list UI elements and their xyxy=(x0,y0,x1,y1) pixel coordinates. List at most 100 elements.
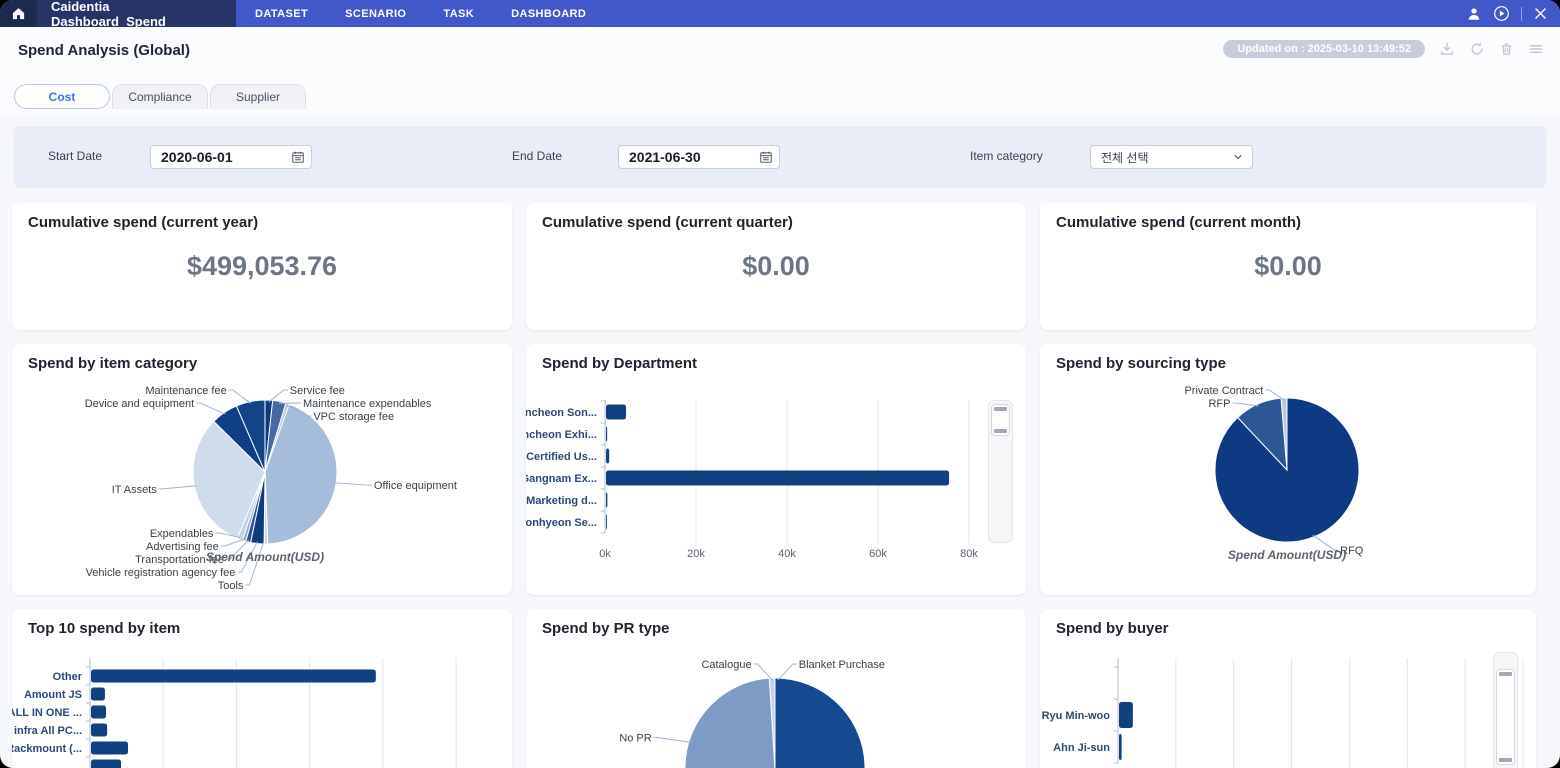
svg-text:40k: 40k xyxy=(778,548,796,560)
calendar-icon[interactable] xyxy=(291,150,305,169)
menu-item-dashboard[interactable]: DASHBOARD xyxy=(511,8,586,20)
tab-compliance[interactable]: Compliance xyxy=(112,84,208,109)
svg-text:Other: Other xyxy=(53,671,83,683)
end-date-input[interactable] xyxy=(619,146,759,168)
menu-item-dataset[interactable]: DATASET xyxy=(255,8,308,20)
download-icon xyxy=(1441,42,1453,55)
svg-text:Maintenance expendables: Maintenance expendables xyxy=(303,398,432,410)
svg-text:Catalogue: Catalogue xyxy=(701,659,751,671)
svg-text:Gangnam Ex...: Gangnam Ex... xyxy=(526,473,597,485)
kpi-card-current-year: Cumulative spend (current year) $499,053… xyxy=(12,203,512,330)
svg-text:Office equipment: Office equipment xyxy=(374,480,457,492)
updated-badge: Updated on : 2025-03-10 13:49:52 xyxy=(1223,40,1425,58)
svg-text:ALL IN ONE ...: ALL IN ONE ... xyxy=(12,707,82,719)
start-date-label: Start Date xyxy=(48,149,103,163)
top10-items-bar-chart: Other Amount JS ALL IN ONE ... infra All PC… xyxy=(12,658,457,768)
navbar-divider xyxy=(1521,6,1522,21)
sourcing-type-pie-chart: RFQRFPPrivate ContractSpend Amount(USD) xyxy=(1184,385,1363,562)
svg-text:Private Contract: Private Contract xyxy=(1184,385,1263,397)
item-category-value: 전체 선택 xyxy=(1101,150,1149,165)
end-date-label: End Date xyxy=(512,149,563,163)
svg-text:Marketing d...: Marketing d... xyxy=(526,495,597,507)
chart-card-buyer: Spend by buyer Ryu Min-woo Ahn Ji-sun xyxy=(1040,609,1536,768)
calendar-icon[interactable] xyxy=(759,150,773,169)
tab-cost[interactable]: Cost xyxy=(14,84,110,109)
download-button[interactable] xyxy=(1439,41,1455,57)
item-category-pie-chart: Service feeMaintenance expendablesVPC st… xyxy=(85,385,457,592)
refresh-icon xyxy=(1471,42,1483,55)
chart-scrollbar[interactable] xyxy=(988,400,1013,543)
tab-bar: Cost Compliance Supplier xyxy=(14,84,306,109)
start-date-input[interactable] xyxy=(151,146,291,168)
svg-text:Maintenance fee: Maintenance fee xyxy=(145,385,226,397)
chart-scrollbar[interactable] xyxy=(1493,652,1518,768)
dashboard-title: Caidentia Dashboard_Spend xyxy=(37,0,236,29)
filter-panel: Start Date End Date Item category 전체 선택 xyxy=(14,126,1546,188)
app-window: Caidentia Dashboard_Spend DATASET SCENAR… xyxy=(0,0,1560,768)
svg-text:Certified Us...: Certified Us... xyxy=(526,451,597,463)
svg-text:Device and equipment: Device and equipment xyxy=(85,398,194,410)
svg-text:Incheon Son...: Incheon Son... xyxy=(526,407,597,419)
scrollbar-thumb[interactable] xyxy=(1496,669,1515,765)
menu-item-task[interactable]: TASK xyxy=(443,8,474,20)
chevron-down-icon xyxy=(1234,154,1242,160)
svg-text:60k: 60k xyxy=(869,548,887,560)
top-navbar: Caidentia Dashboard_Spend DATASET SCENAR… xyxy=(0,0,1560,29)
svg-text:Blanket Purchase: Blanket Purchase xyxy=(799,659,885,671)
end-date-field[interactable] xyxy=(618,145,780,169)
chart-card-item-category: Spend by item category Service fee Mainte… xyxy=(12,344,512,595)
svg-text:Ahn Ji-sun: Ahn Ji-sun xyxy=(1053,742,1110,754)
chart-card-department: Spend by Department Incheon Son... Incheo… xyxy=(526,344,1026,595)
item-category-label: Item category xyxy=(970,149,1043,163)
svg-text:0k: 0k xyxy=(599,548,611,560)
more-menu-button[interactable] xyxy=(1528,41,1544,57)
chart-title: Spend by buyer xyxy=(1056,620,1169,637)
item-category-select[interactable]: 전체 선택 xyxy=(1090,145,1253,169)
svg-text:No PR: No PR xyxy=(619,733,651,745)
svg-text:Amount JS: Amount JS xyxy=(24,689,82,701)
pr-type-pie-chart: Blanket Purchase No PR Catalogue xyxy=(619,659,885,768)
svg-text:Expendables: Expendables xyxy=(150,528,214,540)
delete-icon xyxy=(1501,43,1512,55)
home-icon xyxy=(12,8,25,20)
delete-button[interactable] xyxy=(1499,41,1514,57)
start-date-field[interactable] xyxy=(150,145,312,169)
department-bar-chart: Incheon Son... Incheon Exhi... Certified U… xyxy=(526,400,978,560)
chart-card-sourcing-type: Spend by sourcing type RFQ RFP Private Con… xyxy=(1040,344,1536,595)
kpi-value: $0.00 xyxy=(1254,251,1322,281)
svg-text:Tools: Tools xyxy=(218,580,244,592)
svg-text:VPC storage fee: VPC storage fee xyxy=(313,411,394,423)
buyer-bar-chart: Ryu Min-woo Ahn Ji-sun xyxy=(1042,658,1524,768)
chart-title: Spend by Department xyxy=(542,355,698,372)
svg-text:80k: 80k xyxy=(960,548,978,560)
refresh-button[interactable] xyxy=(1469,41,1485,57)
kpi-title: Cumulative spend (current quarter) xyxy=(542,214,793,231)
kpi-value: $499,053.76 xyxy=(186,251,338,281)
svg-text:20k: 20k xyxy=(687,548,705,560)
main-menu: DATASET SCENARIO TASK DASHBOARD xyxy=(236,0,1466,27)
home-button[interactable] xyxy=(0,0,37,27)
scrollbar-thumb[interactable] xyxy=(991,404,1010,436)
chart-card-top10-items: Top 10 spend by item Other Amount JS ALL I… xyxy=(12,609,512,768)
kpi-card-current-month: Cumulative spend (current month) $0.00 xyxy=(1040,203,1536,330)
page-title: Spend Analysis (Global) xyxy=(18,42,190,59)
svg-text:Rackmount (...: Rackmount (... xyxy=(12,743,82,755)
chart-title: Spend by item category xyxy=(28,355,198,372)
svg-text:Vehicle registration agency fe: Vehicle registration agency fee xyxy=(86,567,236,579)
menu-icon xyxy=(1529,45,1543,53)
svg-text:Spend Amount(USD): Spend Amount(USD) xyxy=(206,550,324,564)
user-icon[interactable] xyxy=(1466,6,1482,22)
play-icon[interactable] xyxy=(1493,5,1510,22)
kpi-value: $0.00 xyxy=(742,251,810,281)
chart-title: Top 10 spend by item xyxy=(28,620,181,637)
menu-item-scenario[interactable]: SCENARIO xyxy=(345,8,406,20)
svg-text:Ryu Min-woo: Ryu Min-woo xyxy=(1042,710,1111,722)
chart-card-pr-type: Spend by PR type Blanket Purchase No PR Ca… xyxy=(526,609,1026,768)
kpi-title: Cumulative spend (current month) xyxy=(1056,214,1302,231)
svg-text:Nonhyeon Se...: Nonhyeon Se... xyxy=(526,517,597,529)
kpi-title: Cumulative spend (current year) xyxy=(28,214,259,231)
tab-supplier[interactable]: Supplier xyxy=(210,84,306,109)
chart-title: Spend by PR type xyxy=(542,620,670,637)
close-icon[interactable] xyxy=(1533,6,1548,21)
svg-text:Spend Amount(USD): Spend Amount(USD) xyxy=(1228,548,1346,562)
